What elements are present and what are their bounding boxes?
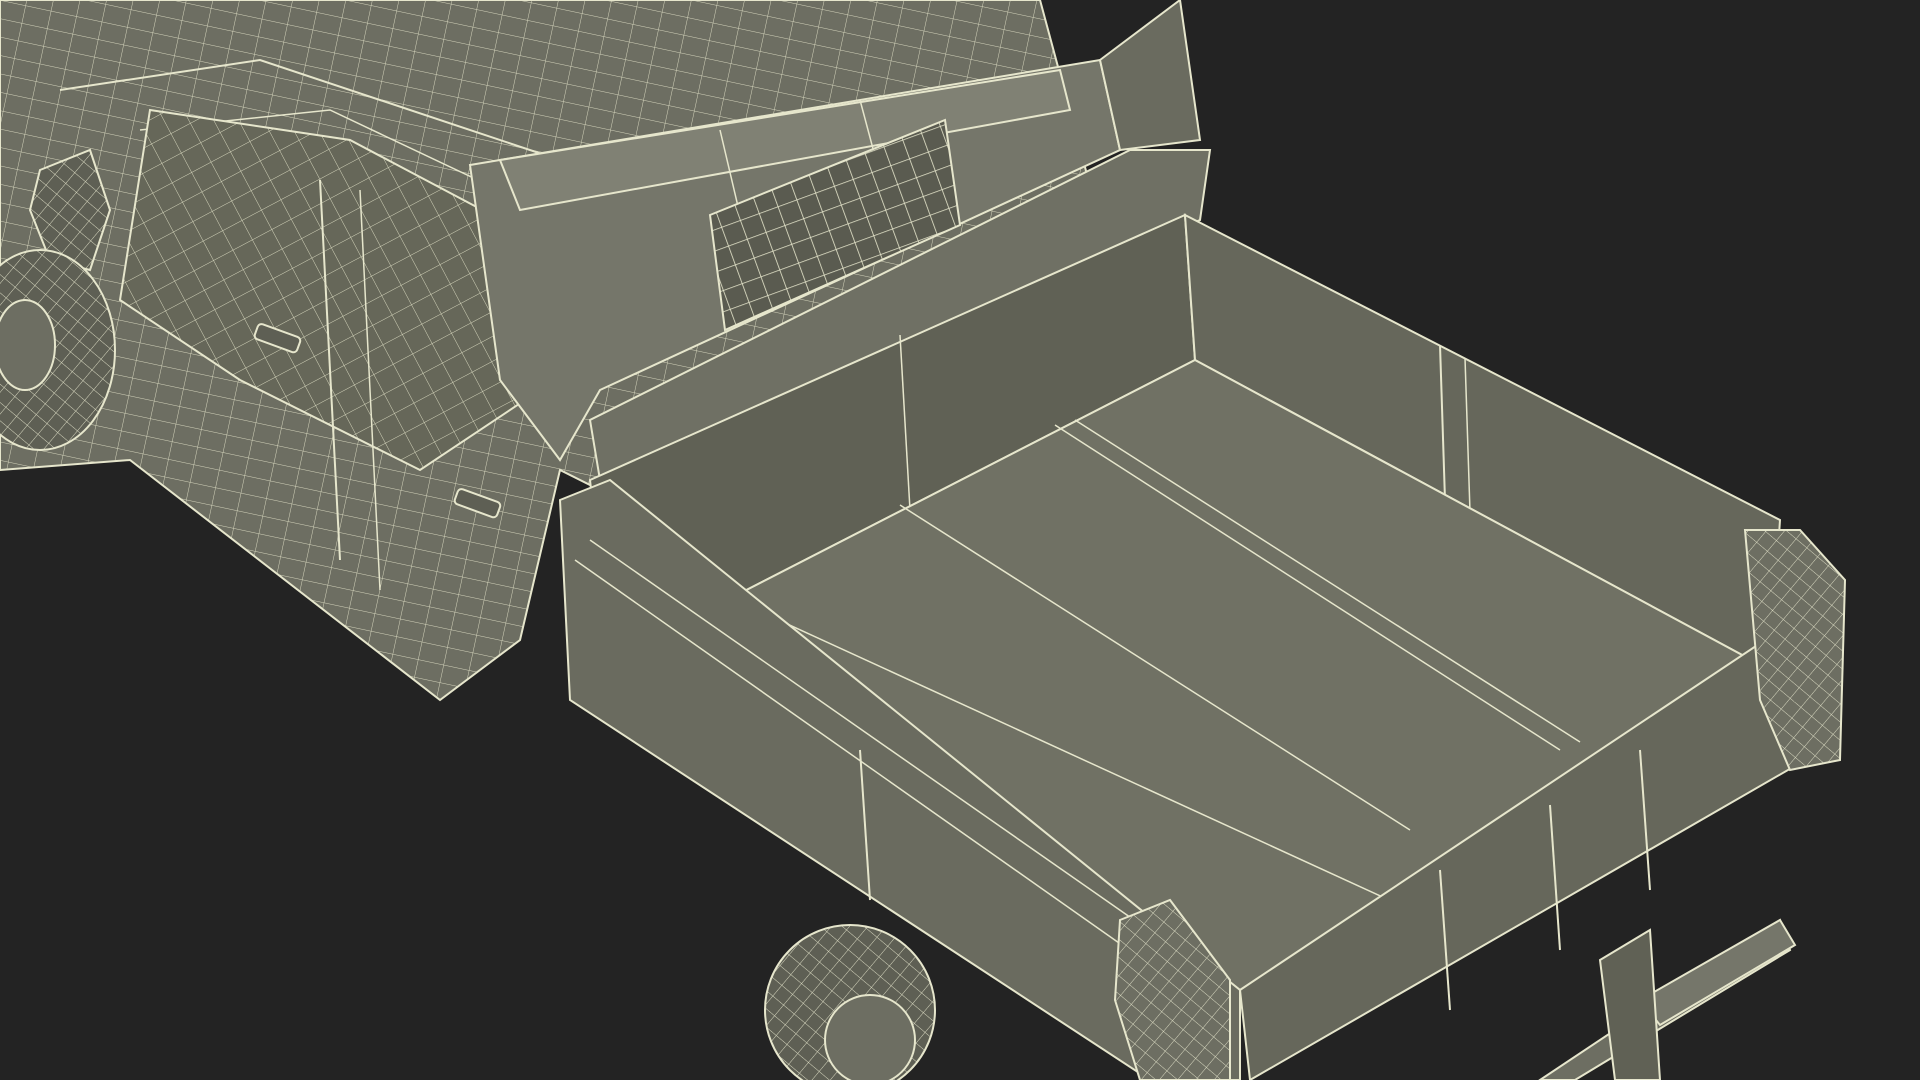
rear-wheel xyxy=(764,924,936,1080)
render-viewport xyxy=(0,0,1920,1080)
wireframe-scene xyxy=(0,0,1847,1080)
rear-frame xyxy=(1538,918,1797,1080)
